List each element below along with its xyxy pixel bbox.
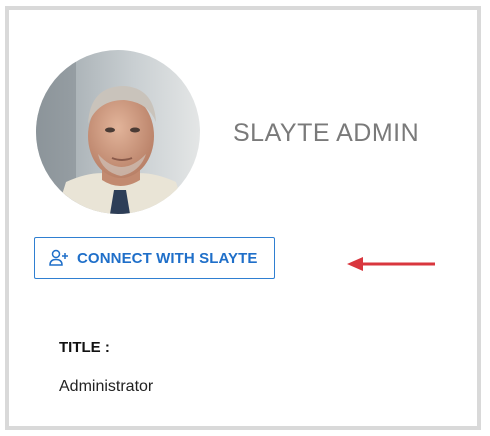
connect-button[interactable]: CONNECT WITH SLAYTE [34, 237, 275, 279]
profile-card: SLAYTE ADMIN CONNECT WITH SLAYTE TITLE :… [5, 6, 481, 430]
avatar [36, 50, 200, 214]
arrow-left-icon [347, 256, 437, 272]
title-value: Administrator [59, 378, 154, 395]
add-user-icon [49, 249, 69, 267]
title-label: TITLE : [59, 339, 110, 356]
connect-button-label: CONNECT WITH SLAYTE [77, 249, 258, 267]
avatar-photo [36, 50, 200, 214]
profile-name: SLAYTE ADMIN [233, 119, 420, 147]
